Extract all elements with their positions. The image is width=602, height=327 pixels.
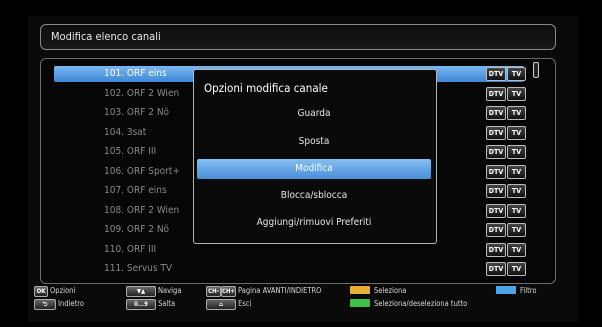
blue-label: Filtro xyxy=(520,286,537,295)
dtv-badge-icon: DTV xyxy=(486,223,506,237)
tv-badge-icon: TV xyxy=(507,145,526,159)
blue-key-icon xyxy=(496,286,516,294)
tv-badge-icon: TV xyxy=(507,203,526,218)
scrollbar-track[interactable] xyxy=(532,62,538,274)
jump-label: Salta xyxy=(158,299,176,308)
channel-row[interactable]: 111. Servus TV DTV TV xyxy=(54,261,526,277)
tv-badge-icon: TV xyxy=(507,125,526,140)
exit-label: Esci xyxy=(238,299,252,308)
channel-label: 106. ORF Sport+ xyxy=(104,165,180,177)
channel-label: 101. ORF eins xyxy=(104,68,167,79)
channel-label: 108. ORF 2 Wien xyxy=(104,204,180,216)
channel-edit-options-popup: Opzioni modifica canale Guarda Sposta Mo… xyxy=(193,69,437,244)
tv-badge-icon: TV xyxy=(507,106,526,120)
yellow-key-icon xyxy=(350,286,370,294)
dtv-badge-icon: DTV xyxy=(486,203,506,218)
channel-label: 103. ORF 2 Nö xyxy=(104,107,170,118)
scrollbar-thumb[interactable] xyxy=(533,62,539,78)
dtv-badge-icon: DTV xyxy=(486,67,506,81)
tv-badge-icon: TV xyxy=(507,184,526,198)
dtv-badge-icon: DTV xyxy=(486,242,506,257)
green-label: Seleziona/deseleziona tutto xyxy=(374,299,468,308)
popup-title: Opzioni modifica canale xyxy=(204,81,328,95)
title-bar: Modifica elenco canali xyxy=(40,24,556,50)
dtv-badge-icon: DTV xyxy=(486,164,506,179)
green-key-icon xyxy=(350,299,370,307)
yellow-label: Seleziona xyxy=(374,286,407,295)
dtv-badge-icon: DTV xyxy=(486,125,506,140)
ok-key: OK xyxy=(34,286,48,297)
option-guarda[interactable]: Guarda xyxy=(197,104,431,124)
channel-label: 107. ORF eins xyxy=(104,185,167,196)
home-icon: ⌂ xyxy=(206,299,236,310)
channel-label: 102. ORF 2 Wien xyxy=(104,87,180,99)
tv-badge-icon: TV xyxy=(507,242,526,257)
navigate-arrows-icon: ▼▲ xyxy=(126,286,156,297)
channel-label: 110. ORF III xyxy=(104,243,157,255)
channel-label: 109. ORF 2 Nö xyxy=(104,224,170,235)
tv-badge-icon: TV xyxy=(507,86,526,101)
dtv-badge-icon: DTV xyxy=(486,145,506,159)
digits-key: 0...9 xyxy=(126,299,156,310)
dtv-badge-icon: DTV xyxy=(486,86,506,101)
channel-label: 104. 3sat xyxy=(104,126,147,138)
navigate-label: Naviga xyxy=(158,286,182,295)
ch-plus-key: CH+ xyxy=(221,286,236,297)
back-key-icon: ⮌ xyxy=(34,299,56,310)
tv-badge-icon: TV xyxy=(507,164,526,179)
ok-label: Opzioni xyxy=(50,286,76,295)
dtv-badge-icon: DTV xyxy=(486,106,506,120)
channel-label: 105. ORF III xyxy=(104,146,157,157)
tv-badge-icon: TV xyxy=(507,262,526,276)
option-modifica[interactable]: Modifica xyxy=(197,159,431,179)
dtv-badge-icon: DTV xyxy=(486,184,506,198)
ch-minus-key: CH- xyxy=(206,286,221,297)
option-aggiungi-rimuovi-preferiti[interactable]: Aggiungi/rimuovi Preferiti xyxy=(197,213,431,233)
channel-label: 111. Servus TV xyxy=(104,263,173,274)
footer-help-bar: OK Opzioni ⮌ Indietro ▼▲ Naviga 0...9 Sa… xyxy=(34,286,574,322)
option-blocca-sblocca[interactable]: Blocca/sblocca xyxy=(197,186,431,206)
page-label: Pagina AVANTI/INDIETRO xyxy=(238,286,322,295)
tv-badge-icon: TV xyxy=(507,67,526,81)
option-sposta[interactable]: Sposta xyxy=(197,132,431,152)
tv-badge-icon: TV xyxy=(507,223,526,237)
back-label: Indietro xyxy=(58,299,84,308)
page-title: Modifica elenco canali xyxy=(51,30,161,43)
dtv-badge-icon: DTV xyxy=(486,262,506,276)
